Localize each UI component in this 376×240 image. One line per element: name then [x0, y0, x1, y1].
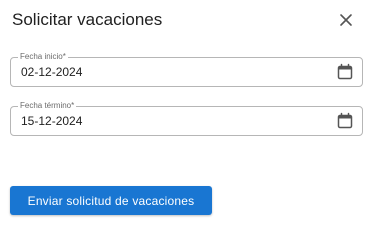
close-button[interactable]: [335, 9, 357, 31]
submit-vacation-request-button[interactable]: Enviar solicitud de vacaciones: [10, 186, 212, 215]
calendar-icon: [337, 112, 353, 129]
start-date-label: Fecha inicio*: [18, 52, 68, 62]
end-date-field: Fecha término*: [10, 101, 363, 136]
end-date-input[interactable]: [21, 113, 321, 129]
start-date-input[interactable]: [21, 64, 321, 80]
dialog-title: Solicitar vacaciones: [12, 10, 163, 29]
vacation-request-dialog: Solicitar vacaciones Fecha inicio* Fecha…: [0, 0, 376, 224]
close-icon: [340, 14, 352, 26]
end-date-calendar-button[interactable]: [336, 112, 354, 130]
start-date-field: Fecha inicio*: [10, 52, 363, 87]
start-date-calendar-button[interactable]: [336, 63, 354, 81]
calendar-icon: [337, 63, 353, 80]
end-date-label: Fecha término*: [18, 101, 77, 111]
